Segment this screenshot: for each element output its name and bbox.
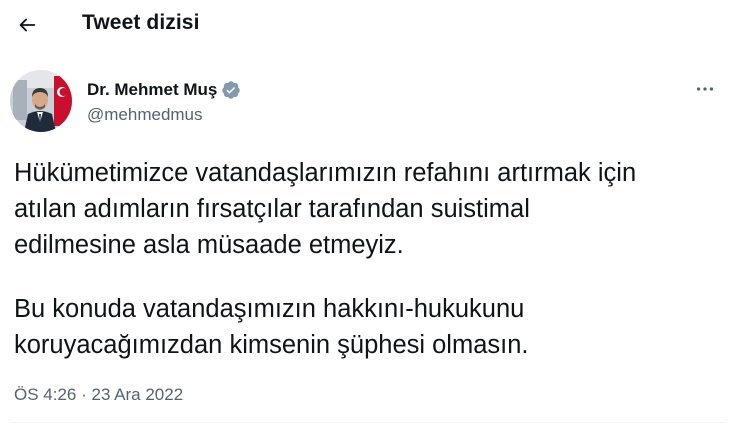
- page-header: Tweet dizisi: [0, 0, 736, 50]
- divider: [10, 422, 726, 423]
- verified-badge-icon: [221, 80, 241, 100]
- page-title: Tweet dizisi: [82, 11, 200, 34]
- tweet-date[interactable]: 23 Ara 2022: [91, 385, 183, 404]
- tweet-text-line: edilmesine asla müsaade etmeyiz.: [14, 231, 404, 259]
- author-handle[interactable]: @mehmedmus: [87, 105, 203, 125]
- tweet-text: Hükümetimizce vatandaşlarımızın refahını…: [14, 155, 726, 363]
- back-button[interactable]: [10, 8, 44, 42]
- more-options-button[interactable]: [690, 78, 720, 100]
- author-name-text: Dr. Mehmet Muş: [87, 80, 218, 99]
- avatar[interactable]: [10, 70, 72, 132]
- tweet-time[interactable]: ÖS 4:26: [14, 385, 76, 404]
- tweet-text-line: koruyacağımızdan kimsenin şüphesi olması…: [14, 331, 529, 359]
- more-horizontal-icon: [696, 87, 714, 91]
- tweet-text-line: Hükümetimizce vatandaşlarımızın refahını…: [14, 159, 637, 187]
- tweet-text-line: Bu konuda vatandaşımızın hakkını-hukukun…: [14, 295, 525, 323]
- arrow-left-icon: [19, 18, 36, 32]
- tweet-timestamp: ÖS 4:26 · 23 Ara 2022: [14, 385, 183, 405]
- avatar-photo: [10, 70, 72, 132]
- meta-separator: ·: [76, 385, 92, 404]
- tweet-text-line: atılan adımların fırsatçılar tarafından …: [14, 195, 530, 223]
- author-name[interactable]: Dr. Mehmet Muş: [87, 80, 241, 100]
